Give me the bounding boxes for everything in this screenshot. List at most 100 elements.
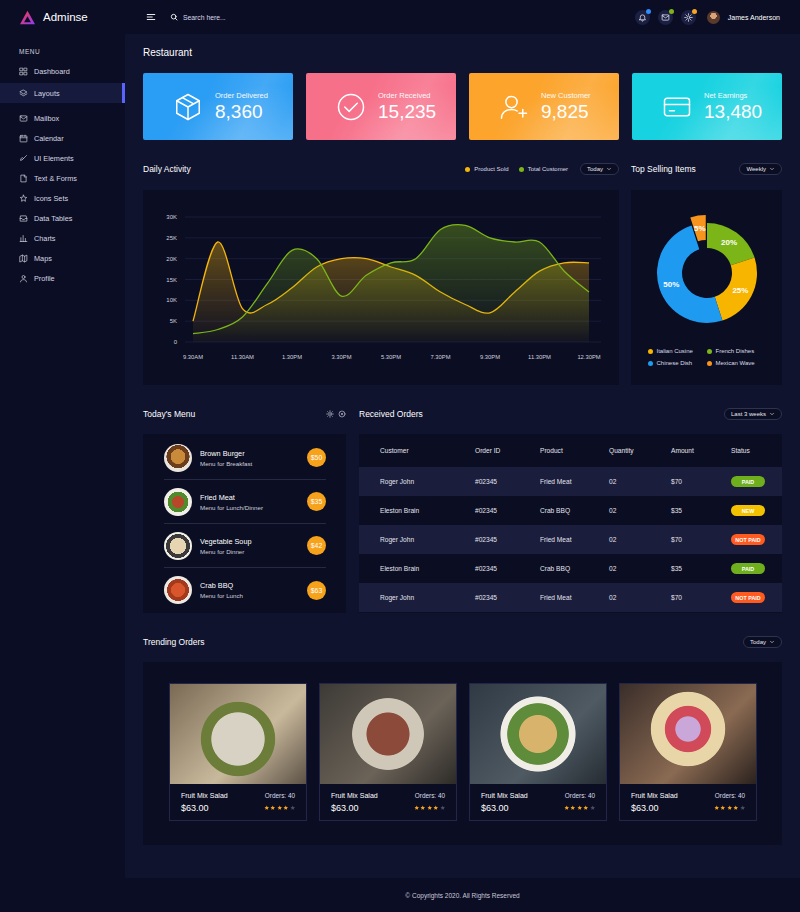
sidebar-item[interactable]: Mailbox <box>0 108 125 128</box>
star-shape <box>270 806 275 810</box>
legend-item: Total Customer <box>519 166 568 172</box>
table-cell: Eleston Brain <box>380 507 475 514</box>
stat-text: Order Received15,235 <box>378 91 436 123</box>
table-cell: Crab BBQ <box>540 565 609 572</box>
legend-item: Product Sold <box>465 166 508 172</box>
settings-button[interactable] <box>326 410 334 418</box>
section-header: Today's Menu <box>143 404 346 424</box>
table-row[interactable]: Eleston Brain#02345Crab BBQ02$35NEW <box>359 496 782 525</box>
stat-card[interactable]: Order Delivered8,360 <box>143 73 293 140</box>
star-shape <box>590 806 595 810</box>
logo[interactable]: Adminse <box>0 0 125 34</box>
sidebar-item[interactable]: Maps <box>0 248 125 268</box>
stat-card[interactable]: Net Earnings13,480 <box>632 73 782 140</box>
trending-card[interactable]: Fruit Mix SaladOrders: 40$63.00 <box>319 683 457 821</box>
filter-dropdown[interactable]: Weekly <box>739 163 782 175</box>
sidebar-item[interactable]: Charts <box>0 228 125 248</box>
search-input[interactable] <box>183 14 333 21</box>
table-cell: $35 <box>671 565 731 572</box>
menu-item[interactable]: Vegetable SoupMenu for Dinner$42 <box>164 524 326 568</box>
section-title: Top Selling Items <box>631 164 696 174</box>
sidebar-item[interactable]: Layouts <box>0 83 125 103</box>
table-row[interactable]: Roger John#02345Fried Meat02$70NOT PAID <box>359 525 782 554</box>
search-box[interactable] <box>170 13 621 21</box>
alert-button[interactable] <box>681 10 696 25</box>
mail-icon-part <box>20 115 27 120</box>
dish-name: Fruit Mix Salad <box>181 792 228 799</box>
sidebar-label: Calendar <box>34 134 64 143</box>
filter-dropdown[interactable]: Today <box>580 163 619 175</box>
table-cell: $70 <box>671 536 731 543</box>
column-header: Quantity <box>609 447 671 454</box>
menu-item[interactable]: Fried MeatMenu for Lunch/Dinner$35 <box>164 480 326 524</box>
star-icon <box>564 805 570 811</box>
menu-desc: Menu for Breakfast <box>200 460 307 467</box>
status-badge: NEW <box>731 505 765 516</box>
sidebar-item[interactable]: Profile <box>0 268 125 288</box>
grid-icon <box>19 67 28 76</box>
layers-icon <box>19 89 28 98</box>
sidebar-item[interactable]: Text & Forms <box>0 168 125 188</box>
gear-icon-part <box>685 13 693 21</box>
alert-button[interactable] <box>635 10 650 25</box>
grid-icon-part <box>24 68 27 71</box>
menu-name: Crab BBQ <box>200 581 307 590</box>
stat-card[interactable]: Order Received15,235 <box>306 73 456 140</box>
app: AdminseMENUDashboardLayoutsMailboxCalend… <box>0 0 800 912</box>
alert-button[interactable] <box>658 10 673 25</box>
sidebar-item[interactable]: Calendar <box>0 128 125 148</box>
dish-price: $63.00 <box>181 803 209 813</box>
trending-info: Fruit Mix SaladOrders: 40$63.00 <box>320 784 456 820</box>
trending-card[interactable]: Fruit Mix SaladOrders: 40$63.00 <box>469 683 607 821</box>
check-circle-icon <box>336 92 366 122</box>
section-title: Today's Menu <box>143 409 195 419</box>
filter-dropdown[interactable]: Today <box>743 636 782 648</box>
status-cell: NOT PAID <box>731 534 782 545</box>
tray-icon-part <box>20 218 27 219</box>
table-header: CustomerOrder IDProductQuantityAmountSta… <box>359 434 782 467</box>
table-cell: Eleston Brain <box>380 565 475 572</box>
legend-label: Italian Cusine <box>657 348 693 354</box>
star-icon <box>19 194 28 203</box>
sidebar-item[interactable]: UI Elements <box>0 148 125 168</box>
table-row[interactable]: Roger John#02345Fried Meat02$70PAID <box>359 467 782 496</box>
box-icon-part <box>177 97 200 119</box>
menu-item[interactable]: Crab BBQMenu for Lunch$63 <box>164 568 326 612</box>
sidebar-item[interactable]: Icons Sets <box>0 188 125 208</box>
star-shape <box>433 806 438 810</box>
status-badge: PAID <box>731 476 765 487</box>
menu-name: Fried Meat <box>200 493 307 502</box>
box-icon <box>173 92 203 122</box>
column-header: Order ID <box>475 447 540 454</box>
info-line: Fruit Mix SaladOrders: 40 <box>481 792 595 799</box>
stat-label: Order Delivered <box>215 91 268 101</box>
table-cell: $70 <box>671 478 731 485</box>
menu-item[interactable]: Brown BurgerMenu for Breakfast$50 <box>164 436 326 480</box>
star-icon <box>720 805 726 811</box>
star-shape <box>570 806 575 810</box>
search-icon <box>170 13 178 21</box>
sidebar-label: Charts <box>34 234 56 243</box>
stat-card[interactable]: New Customer9,825 <box>469 73 619 140</box>
table-row[interactable]: Roger John#02345Fried Meat02$70NOT PAID <box>359 583 782 612</box>
sidebar-item[interactable]: Data Tables <box>0 208 125 228</box>
grid-icon-part <box>24 72 27 75</box>
sidebar-label: Data Tables <box>34 214 72 223</box>
x-tick: 9.30PM <box>480 354 500 360</box>
table-row[interactable]: Eleston Brain#02345Crab BBQ02$35PAID <box>359 554 782 583</box>
map-icon-part <box>20 255 27 262</box>
document-icon <box>19 174 28 183</box>
filter-dropdown[interactable]: Last 3 weeks <box>724 408 782 420</box>
user-name[interactable]: James Anderson <box>728 14 780 21</box>
donut-slice: 5% <box>690 215 705 241</box>
stat-text: New Customer9,825 <box>541 91 591 123</box>
column-header: Product <box>540 447 609 454</box>
trending-card[interactable]: Fruit Mix SaladOrders: 40$63.00 <box>169 683 307 821</box>
trending-card[interactable]: Fruit Mix SaladOrders: 40$63.00 <box>619 683 757 821</box>
sidebar-item[interactable]: Dashboard <box>0 61 125 81</box>
close-button[interactable] <box>338 410 346 418</box>
sidebar-label: Text & Forms <box>34 174 77 183</box>
menu-toggle[interactable] <box>146 12 156 22</box>
user-avatar[interactable] <box>707 11 720 24</box>
menu-name: Brown Burger <box>200 449 307 458</box>
